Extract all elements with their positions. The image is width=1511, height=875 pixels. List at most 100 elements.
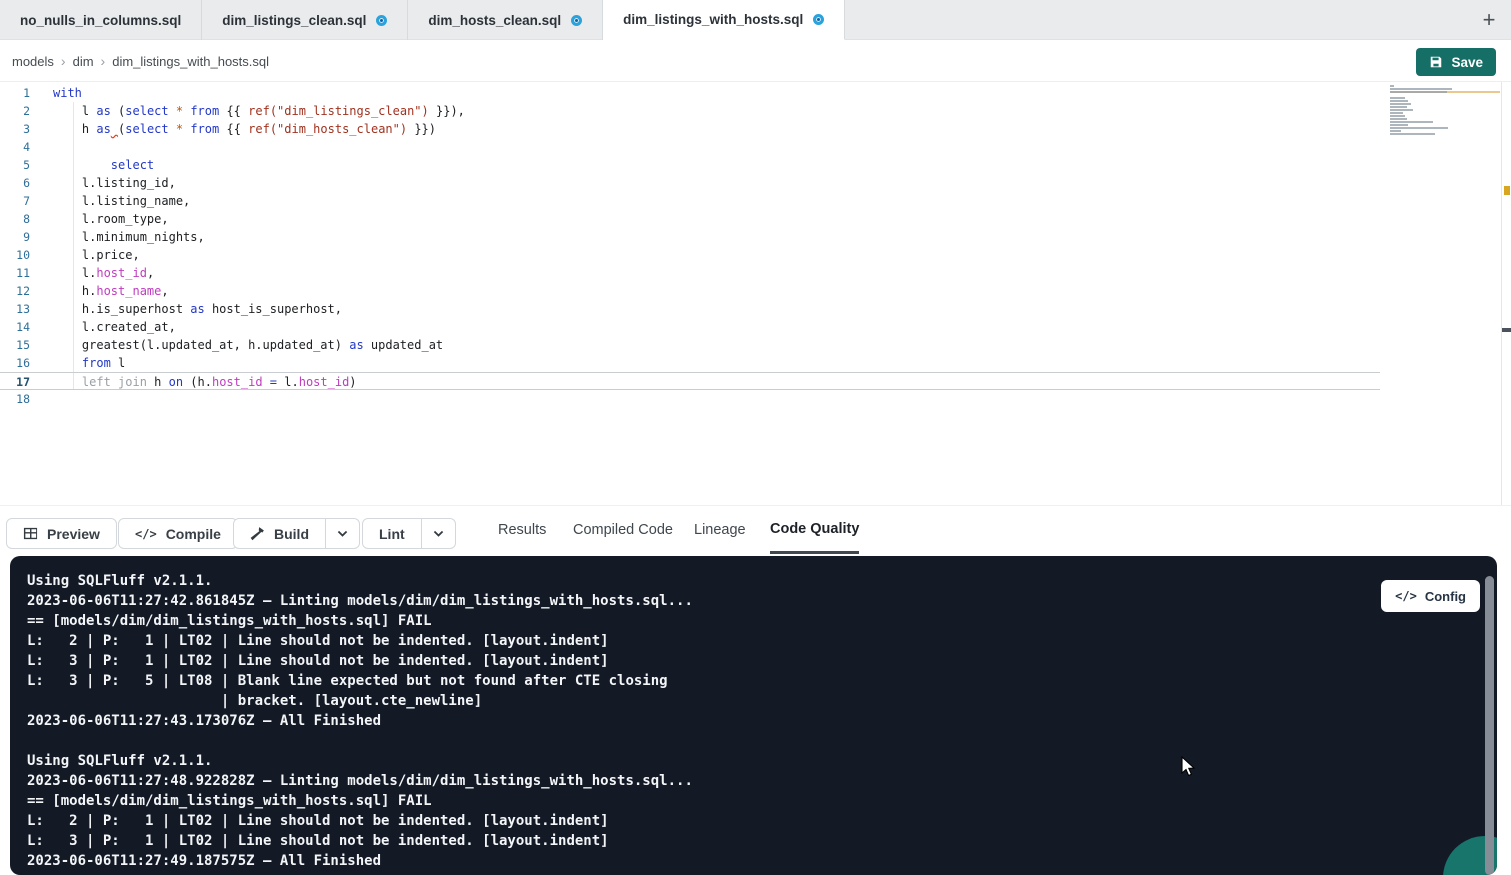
breadcrumb-separator: ›	[101, 53, 106, 69]
code-line[interactable]: 17 left join h on (h.host_id = l.host_id…	[0, 372, 1380, 390]
terminal-scrollbar[interactable]	[1485, 576, 1494, 875]
terminal-line: L: 2 | P: 1 | LT02 | Line should not be …	[27, 631, 693, 651]
minimap-line	[1390, 121, 1500, 123]
terminal-line: == [models/dim/dim_listings_with_hosts.s…	[27, 791, 693, 811]
tab-label: no_nulls_in_columns.sql	[20, 13, 181, 28]
lint-warning-marker	[1504, 186, 1510, 195]
panel-tab-compiled-code[interactable]: Compiled Code	[573, 506, 673, 554]
line-number: 9	[0, 228, 30, 246]
code-line[interactable]: 12 h.host_name,	[0, 282, 1380, 300]
build-dropdown-button[interactable]	[325, 519, 359, 548]
terminal-line: Using SQLFluff v2.1.1.	[27, 571, 693, 591]
config-button[interactable]: </> Config	[1381, 580, 1480, 612]
panel-tab-code-quality[interactable]: Code Quality	[770, 506, 859, 554]
terminal-line: Using SQLFluff v2.1.1.	[27, 751, 693, 771]
preview-button[interactable]: Preview	[6, 518, 117, 549]
action-toolbar: Preview </> Compile Build Lint Results Co…	[0, 505, 1511, 553]
terminal-output: Using SQLFluff v2.1.1.2023-06-06T11:27:4…	[27, 571, 693, 871]
minimap-line	[1390, 109, 1500, 111]
code-text: l.room_type,	[53, 210, 169, 228]
code-line[interactable]: 11 l.host_id,	[0, 264, 1380, 282]
line-number: 2	[0, 102, 30, 120]
terminal-line: 2023-06-06T11:27:49.187575Z — All Finish…	[27, 851, 693, 871]
minimap-line	[1390, 103, 1500, 105]
code-text: l.host_id,	[53, 264, 154, 282]
unsaved-dot-icon	[813, 14, 824, 25]
minimap-line	[1390, 133, 1500, 135]
code-text: l.price,	[53, 246, 140, 264]
terminal-line	[27, 731, 693, 751]
minimap-line	[1390, 124, 1500, 126]
save-button[interactable]: Save	[1416, 48, 1496, 76]
code-text: with	[53, 84, 82, 102]
code-line[interactable]: 13 h.is_superhost as host_is_superhost,	[0, 300, 1380, 318]
line-number: 4	[0, 138, 30, 156]
lint-button[interactable]: Lint	[362, 518, 456, 549]
editor-tab-1[interactable]: no_nulls_in_columns.sql	[0, 0, 202, 40]
unsaved-dot-icon	[376, 15, 387, 26]
minimap-line	[1390, 85, 1500, 87]
code-text: l.created_at,	[53, 318, 176, 336]
minimap-line	[1390, 112, 1500, 114]
code-text: select	[53, 156, 154, 174]
code-text: greatest(l.updated_at, h.updated_at) as …	[53, 336, 443, 354]
code-text: h.host_name,	[53, 282, 169, 300]
breadcrumb-separator: ›	[61, 53, 66, 69]
line-number: 16	[0, 354, 30, 372]
code-line[interactable]: 18	[0, 390, 1380, 408]
editor-tab-2[interactable]: dim_listings_clean.sql	[202, 0, 408, 40]
editor-tab-bar: no_nulls_in_columns.sql dim_listings_clea…	[0, 0, 1511, 40]
code-line[interactable]: 6 l.listing_id,	[0, 174, 1380, 192]
code-text: h.is_superhost as host_is_superhost,	[53, 300, 342, 318]
code-line[interactable]: 8 l.room_type,	[0, 210, 1380, 228]
build-button[interactable]: Build	[233, 518, 360, 549]
chevron-down-icon	[336, 527, 349, 540]
panel-tab-lineage[interactable]: Lineage	[694, 506, 746, 554]
code-line[interactable]: 9 l.minimum_nights,	[0, 228, 1380, 246]
code-line[interactable]: 4	[0, 138, 1380, 156]
editor-tab-3[interactable]: dim_hosts_clean.sql	[408, 0, 603, 40]
editor-tab-4[interactable]: dim_listings_with_hosts.sql	[603, 0, 845, 40]
line-number: 14	[0, 318, 30, 336]
code-text: l.listing_name,	[53, 192, 190, 210]
line-number: 15	[0, 336, 30, 354]
compile-button[interactable]: </> Compile	[118, 518, 238, 549]
breadcrumb-item[interactable]: models	[12, 54, 54, 69]
code-line[interactable]: 1with	[0, 84, 1380, 102]
overview-ruler[interactable]	[1501, 82, 1511, 505]
code-line[interactable]: 7 l.listing_name,	[0, 192, 1380, 210]
line-number: 13	[0, 300, 30, 318]
breadcrumb-item[interactable]: dim	[73, 54, 94, 69]
code-line[interactable]: 5 select	[0, 156, 1380, 174]
code-line[interactable]: 2 l as (select * from {{ ref("dim_listin…	[0, 102, 1380, 120]
breadcrumb-item[interactable]: dim_listings_with_hosts.sql	[112, 54, 269, 69]
code-line[interactable]: 16 from l	[0, 354, 1380, 372]
code-line[interactable]: 10 l.price,	[0, 246, 1380, 264]
terminal-line: == [models/dim/dim_listings_with_hosts.s…	[27, 611, 693, 631]
terminal-line: 2023-06-06T11:27:43.173076Z — All Finish…	[27, 711, 693, 731]
code-text: l.listing_id,	[53, 174, 176, 192]
tab-label: dim_listings_clean.sql	[222, 13, 366, 28]
lint-dropdown-button[interactable]	[421, 519, 455, 548]
preview-table-icon	[23, 526, 38, 541]
code-line[interactable]: 14 l.created_at,	[0, 318, 1380, 336]
line-number: 18	[0, 390, 30, 408]
minimap-line	[1390, 100, 1500, 102]
save-icon	[1429, 55, 1443, 69]
terminal-line: L: 3 | P: 5 | LT08 | Blank line expected…	[27, 671, 693, 691]
minimap[interactable]	[1390, 85, 1500, 139]
terminal-line: | bracket. [layout.cte_newline]	[27, 691, 693, 711]
code-line[interactable]: 15 greatest(l.updated_at, h.updated_at) …	[0, 336, 1380, 354]
new-tab-button[interactable]: +	[1467, 0, 1511, 39]
code-line[interactable]: 3 h as (select * from {{ ref("dim_hosts_…	[0, 120, 1380, 138]
code-editor[interactable]: 1with2 l as (select * from {{ ref("dim_l…	[0, 82, 1511, 505]
code-icon: </>	[135, 527, 157, 541]
code-text: left join h on (h.host_id = l.host_id)	[53, 373, 357, 389]
code-text: l.minimum_nights,	[53, 228, 205, 246]
minimap-line	[1390, 136, 1500, 138]
terminal-line: 2023-06-06T11:27:42.861845Z — Linting mo…	[27, 591, 693, 611]
minimap-line	[1390, 88, 1500, 90]
line-number: 11	[0, 264, 30, 282]
code-text: h as (select * from {{ ref("dim_hosts_cl…	[53, 120, 436, 138]
panel-tab-results[interactable]: Results	[498, 506, 546, 554]
